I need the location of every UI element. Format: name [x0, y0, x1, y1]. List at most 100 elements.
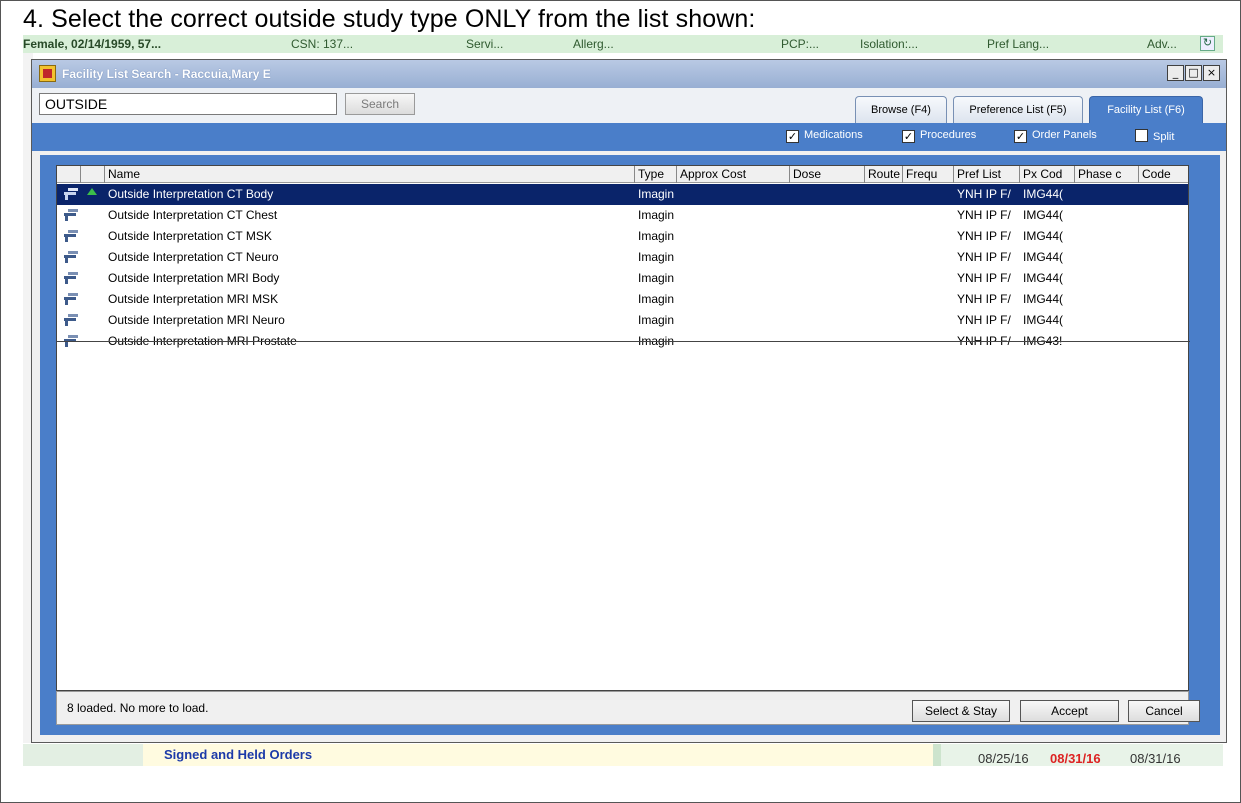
table-row[interactable]: Outside Interpretation CT Neuro Imagin YNH…: [57, 247, 1188, 268]
dialog-titlebar[interactable]: Facility List Search - Raccuia,Mary E _ …: [32, 60, 1226, 88]
refresh-icon[interactable]: ↻: [1200, 36, 1215, 51]
column-header-flag: [81, 166, 105, 183]
cell-type: Imagin: [638, 334, 675, 348]
cell-type: Imagin: [638, 313, 675, 327]
minimize-button[interactable]: _: [1167, 65, 1184, 81]
select-and-stay-button[interactable]: Select & Stay: [912, 700, 1010, 722]
cell-name: Outside Interpretation MRI MSK: [108, 292, 279, 306]
cell-pref-list: YNH IP F/: [957, 187, 1011, 201]
accept-button[interactable]: Accept: [1020, 700, 1119, 722]
allergies-label: Allerg...: [573, 37, 614, 51]
close-button[interactable]: ×: [1203, 65, 1220, 81]
results-grid: Name Type Approx Cost Dose Route Frequ P…: [56, 165, 1190, 691]
table-row[interactable]: Outside Interpretation CT Chest Imagin YNH…: [57, 205, 1188, 226]
date-3: 08/31/16: [1130, 751, 1181, 766]
patient-header-bar: Female, 02/14/1959, 57... CSN: 137... Se…: [23, 35, 1223, 53]
cell-px-code: IMG44(: [1023, 208, 1064, 222]
table-row[interactable]: Outside Interpretation MRI MSK Imagin YNH …: [57, 289, 1188, 310]
pcp-label: PCP:...: [781, 37, 820, 51]
cell-px-code: IMG43!: [1023, 334, 1063, 348]
cell-name: Outside Interpretation CT MSK: [108, 229, 272, 243]
order-preference-icon: [64, 293, 78, 305]
cell-name: Outside Interpretation CT Neuro: [108, 250, 279, 264]
column-header-icon: [57, 166, 81, 183]
cell-type: Imagin: [638, 208, 675, 222]
split-checkbox[interactable]: [1135, 129, 1148, 142]
maximize-button[interactable]: □: [1185, 65, 1202, 81]
selected-row-arrow-icon: [87, 188, 97, 195]
column-header-code[interactable]: Code: [1139, 166, 1190, 183]
tab-facility-list[interactable]: Facility List (F6): [1089, 96, 1203, 124]
cell-px-code: IMG44(: [1023, 313, 1064, 327]
pref-lang-label: Pref Lang...: [987, 37, 1050, 51]
advance-directive-label: Adv...: [1147, 37, 1177, 51]
procedures-label: Procedures: [920, 129, 977, 141]
tab-browse[interactable]: Browse (F4): [855, 96, 947, 124]
facility-list-search-dialog: Facility List Search - Raccuia,Mary E _ …: [31, 59, 1227, 743]
select-and-stay-label: Select & Stay: [924, 704, 998, 718]
facility-list-icon: [39, 65, 56, 82]
filter-order-panels[interactable]: ✓ Order Panels: [1014, 129, 1097, 143]
signed-held-orders-link[interactable]: Signed and Held Orders: [164, 747, 312, 762]
order-panels-checkbox[interactable]: ✓: [1014, 130, 1027, 143]
patient-demographics: Female, 02/14/1959, 57...: [23, 37, 162, 51]
cell-pref-list: YNH IP F/: [957, 250, 1011, 264]
column-header-frequency[interactable]: Frequ: [903, 166, 954, 183]
cell-name: Outside Interpretation CT Chest: [108, 208, 278, 222]
background-bottom-left: [23, 744, 143, 766]
isolation-label: Isolation:...: [860, 37, 919, 51]
screenshot-frame: 4. Select the correct outside study type…: [0, 0, 1241, 803]
date-1: 08/25/16: [978, 751, 1029, 766]
cell-px-code: IMG44(: [1023, 229, 1064, 243]
grid-header: Name Type Approx Cost Dose Route Frequ P…: [57, 166, 1188, 183]
filter-split[interactable]: Split: [1135, 129, 1174, 143]
cell-pref-list: YNH IP F/: [957, 229, 1011, 243]
column-header-dose[interactable]: Dose: [790, 166, 865, 183]
tab-preference-list[interactable]: Preference List (F5): [953, 96, 1083, 124]
table-row[interactable]: Outside Interpretation MRI Body Imagin YNH…: [57, 268, 1188, 289]
order-preference-icon: [64, 335, 78, 347]
cell-pref-list: YNH IP F/: [957, 271, 1011, 285]
date-2: 08/31/16: [1050, 751, 1101, 766]
column-header-approx-cost[interactable]: Approx Cost: [677, 166, 790, 183]
order-preference-icon: [64, 314, 78, 326]
cell-name: Outside Interpretation MRI Prostate: [108, 334, 297, 348]
table-row[interactable]: Outside Interpretation CT Body Imagin YNH …: [57, 184, 1188, 205]
cell-name: Outside Interpretation MRI Neuro: [108, 313, 285, 327]
medications-checkbox[interactable]: ✓: [786, 130, 799, 143]
cell-type: Imagin: [638, 250, 675, 264]
cell-pref-list: YNH IP F/: [957, 334, 1011, 348]
column-header-type[interactable]: Type: [635, 166, 677, 183]
results-panel: Name Type Approx Cost Dose Route Frequ P…: [40, 155, 1220, 735]
accept-label: Accept: [1051, 704, 1088, 718]
column-header-name[interactable]: Name: [105, 166, 635, 183]
table-row[interactable]: Outside Interpretation MRI Prostate Imagi…: [57, 331, 1188, 352]
instruction-text: 4. Select the correct outside study type…: [23, 5, 756, 33]
table-row[interactable]: Outside Interpretation CT MSK Imagin YNH I…: [57, 226, 1188, 247]
dialog-status-bar: 8 loaded. No more to load. Select & Stay…: [56, 691, 1200, 725]
filter-procedures[interactable]: ✓ Procedures: [902, 129, 976, 143]
column-header-phase[interactable]: Phase c: [1075, 166, 1139, 183]
procedures-checkbox[interactable]: ✓: [902, 130, 915, 143]
table-row[interactable]: Outside Interpretation MRI Neuro Imagin YN…: [57, 310, 1188, 331]
search-input[interactable]: [39, 93, 337, 115]
background-divider: [933, 744, 941, 766]
dialog-title: Facility List Search - Raccuia,Mary E: [62, 67, 271, 81]
cell-pref-list: YNH IP F/: [957, 313, 1011, 327]
split-label: Split: [1153, 131, 1175, 143]
column-header-pref-list[interactable]: Pref List: [954, 166, 1020, 183]
order-preference-icon: [64, 209, 78, 221]
cell-px-code: IMG44(: [1023, 292, 1064, 306]
cell-px-code: IMG44(: [1023, 271, 1064, 285]
search-toolbar: Search Browse (F4) Preference List (F5) …: [32, 88, 1226, 124]
cancel-label: Cancel: [1145, 704, 1183, 718]
cell-pref-list: YNH IP F/: [957, 292, 1011, 306]
cell-px-code: IMG44(: [1023, 187, 1064, 201]
filter-medications[interactable]: ✓ Medications: [786, 129, 863, 143]
order-preference-icon: [64, 230, 78, 242]
medications-label: Medications: [804, 129, 863, 141]
column-header-px-code[interactable]: Px Cod: [1020, 166, 1075, 183]
column-header-route[interactable]: Route: [865, 166, 903, 183]
cancel-button[interactable]: Cancel: [1128, 700, 1200, 722]
search-button[interactable]: Search: [345, 93, 415, 115]
